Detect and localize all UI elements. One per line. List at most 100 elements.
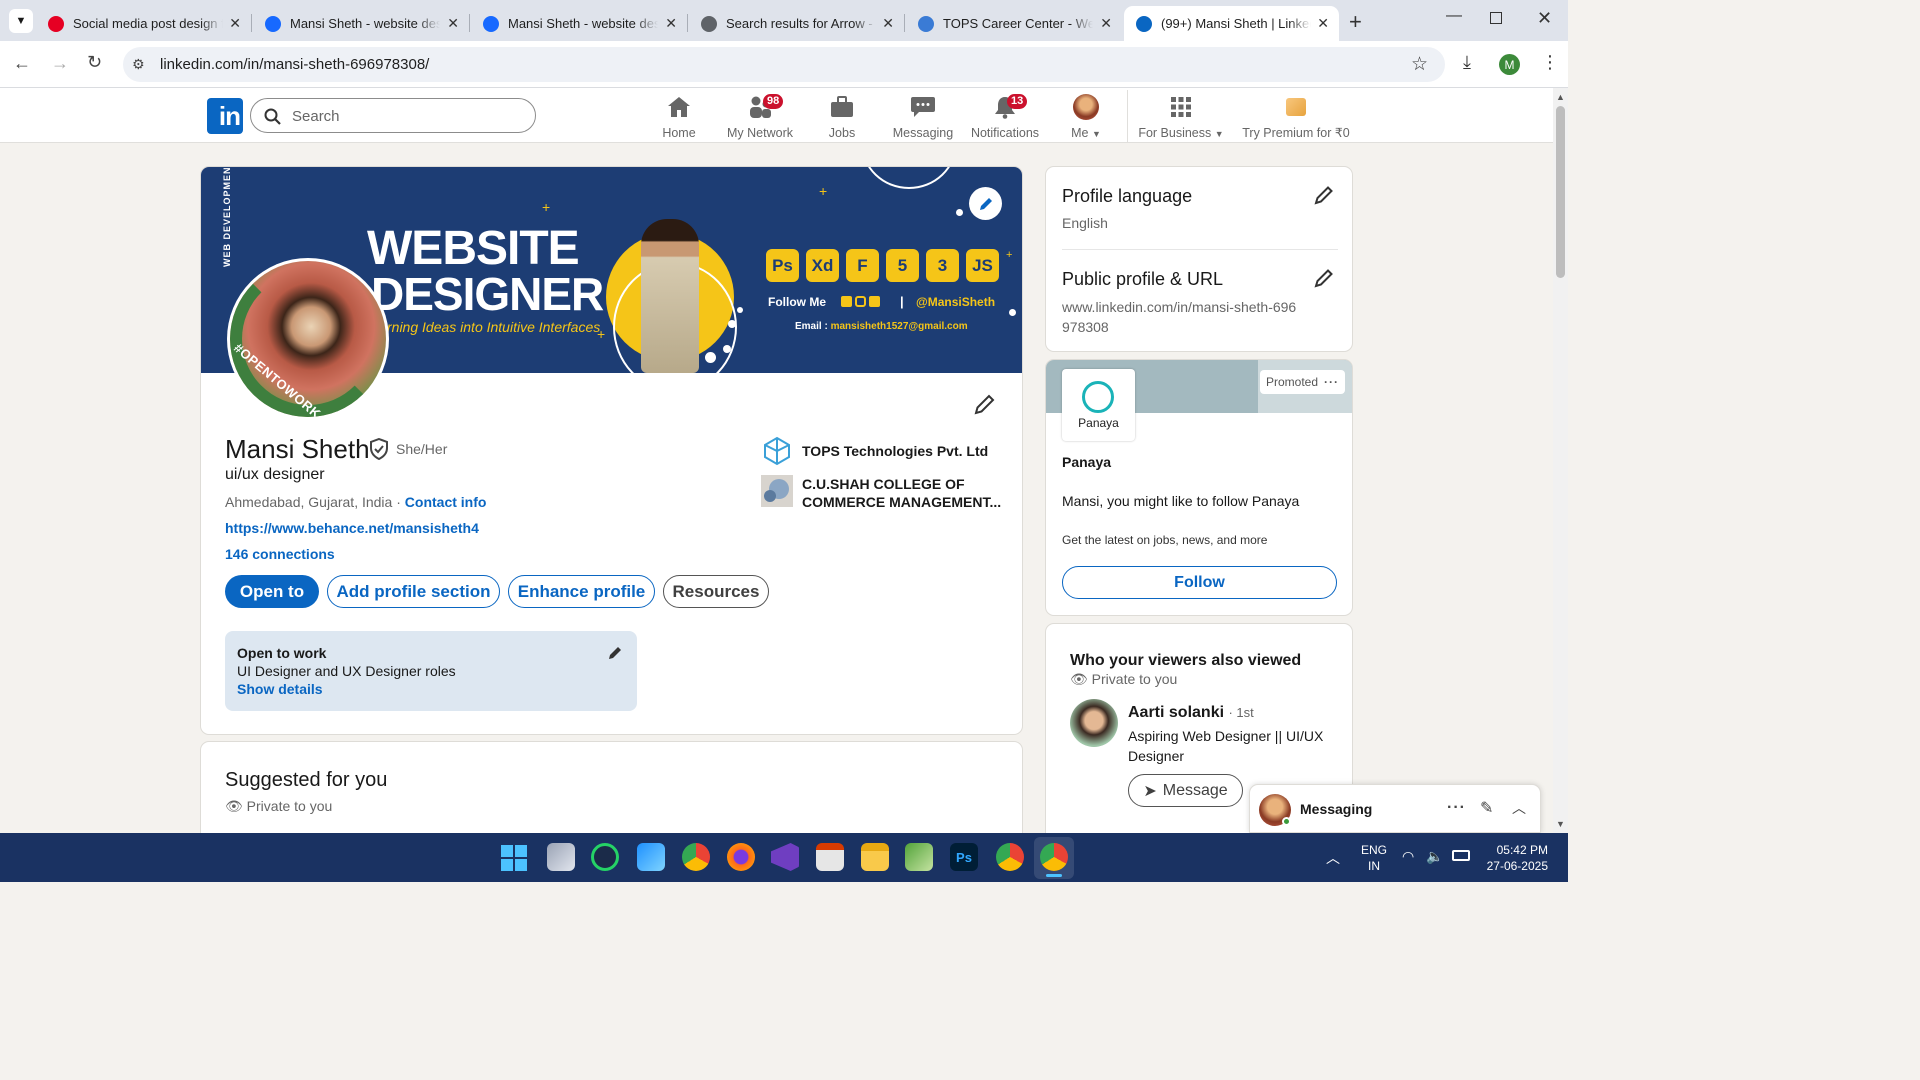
back-icon[interactable]: ←	[13, 53, 31, 74]
contact-info-link[interactable]: Contact info	[405, 494, 487, 510]
show-details-link[interactable]: Show details	[237, 681, 323, 697]
browser-tab[interactable]: Mansi Sheth - website desi ✕	[253, 6, 469, 41]
firefox-icon[interactable]	[727, 843, 755, 871]
nav-for-business[interactable]: For Business ▼	[1134, 94, 1228, 140]
ad-brand-name[interactable]: Panaya	[1062, 454, 1111, 470]
linkedin-logo-icon[interactable]: in	[207, 98, 243, 134]
messaging-widget[interactable]: Messaging ··· ✎ ︿	[1249, 784, 1541, 833]
panaya-logo[interactable]: Panaya	[1062, 369, 1135, 441]
network-badge: 98	[763, 94, 784, 109]
download-icon[interactable]: ⤓	[1463, 52, 1471, 73]
add-profile-section-button[interactable]: Add profile section	[327, 575, 500, 608]
scroll-down-arrow[interactable]: ▼	[1556, 819, 1565, 829]
whatsapp-icon[interactable]	[591, 843, 619, 871]
tab-separator	[469, 14, 470, 32]
person-avatar[interactable]	[1070, 699, 1118, 747]
file-explorer-icon[interactable]	[861, 843, 889, 871]
college-name: C.U.SHAH COLLEGE OF COMMERCE MANAGEMENT.…	[802, 476, 1002, 510]
person-degree: · 1st	[1228, 705, 1254, 720]
volume-icon[interactable]: 🔈	[1426, 848, 1443, 865]
profile-language-value: English	[1062, 215, 1108, 231]
nav-home[interactable]: Home	[634, 94, 724, 140]
url-text[interactable]: linkedin.com/in/mansi-sheth-696978308/	[160, 56, 429, 73]
profile-website-link[interactable]: https://www.behance.net/mansisheth4	[225, 520, 479, 536]
edit-language-icon[interactable]	[1314, 185, 1334, 205]
ad-line: Mansi, you might like to follow Panaya	[1062, 493, 1300, 509]
forward-icon[interactable]: →	[51, 53, 69, 74]
tab-close-icon[interactable]: ✕	[447, 15, 459, 32]
connections-link[interactable]: 146 connections	[225, 546, 335, 562]
grid-apps-icon	[1171, 97, 1191, 117]
tab-close-icon[interactable]: ✕	[1317, 15, 1329, 32]
company-name: TOPS Technologies Pvt. Ltd	[802, 443, 989, 459]
nav-messaging[interactable]: Messaging	[878, 94, 968, 140]
clock[interactable]: 05:42 PM 27-06-2025	[1480, 842, 1548, 874]
photos-icon[interactable]	[637, 843, 665, 871]
tray-chevron-icon[interactable]: ︿	[1326, 848, 1340, 868]
search-input[interactable]: Search	[250, 98, 536, 133]
language-indicator[interactable]: ENG IN	[1361, 842, 1387, 874]
nav-my-network[interactable]: My Network 98	[715, 94, 805, 140]
browser-tab[interactable]: Social media post design fo ✕	[36, 6, 251, 41]
follow-button[interactable]: Follow	[1062, 566, 1337, 599]
windows-start-icon[interactable]	[501, 845, 527, 871]
college-item[interactable]: C.U.SHAH COLLEGE OF COMMERCE MANAGEMENT.…	[761, 475, 1002, 511]
wifi-icon[interactable]: ◠	[1402, 848, 1414, 865]
tab-close-icon[interactable]: ✕	[882, 15, 894, 32]
chrome-profile-icon[interactable]	[996, 843, 1024, 871]
open-to-work-box[interactable]: Open to work UI Designer and UX Designer…	[225, 631, 637, 711]
open-to-work-roles: UI Designer and UX Designer roles	[237, 663, 456, 679]
open-to-button[interactable]: Open to	[225, 575, 319, 608]
more-options-icon[interactable]: ···	[1447, 799, 1466, 817]
nav-me[interactable]: Me ▼	[1041, 94, 1131, 140]
window-close-icon[interactable]: ✕	[1537, 8, 1552, 29]
bookmark-star-icon[interactable]: ☆	[1411, 53, 1428, 76]
public-profile-url[interactable]: www.linkedin.com/in/mansi-sheth-69697830…	[1062, 297, 1302, 337]
verified-shield-icon[interactable]	[369, 438, 389, 460]
scroll-up-arrow[interactable]: ▲	[1556, 92, 1565, 102]
message-button[interactable]: ➤ Message	[1128, 774, 1243, 807]
compose-icon[interactable]: ✎	[1480, 798, 1493, 818]
resources-button[interactable]: Resources	[663, 575, 769, 608]
calendar-icon[interactable]	[816, 843, 844, 871]
company-item[interactable]: TOPS Technologies Pvt. Ltd	[761, 435, 988, 467]
person-name-row[interactable]: Aarti solanki · 1st	[1128, 704, 1254, 722]
nav-jobs[interactable]: Jobs	[797, 94, 887, 140]
nav-premium[interactable]: Try Premium for ₹0	[1240, 94, 1352, 140]
tab-close-icon[interactable]: ✕	[229, 15, 241, 32]
chrome-active-icon[interactable]	[1040, 843, 1068, 871]
nav-notifications[interactable]: Notifications 13	[960, 94, 1050, 140]
suggested-private: 👁 Private to you	[225, 798, 332, 815]
minimize-icon[interactable]: —	[1446, 7, 1462, 25]
edit-public-url-icon[interactable]	[1314, 268, 1334, 288]
enhance-profile-button[interactable]: Enhance profile	[508, 575, 655, 608]
reload-icon[interactable]: ↻	[87, 52, 102, 73]
browser-menu-icon[interactable]: ⋮	[1541, 52, 1559, 73]
chevron-up-icon[interactable]: ︿	[1512, 798, 1526, 818]
browser-tab[interactable]: Mansi Sheth - website desi ✕	[471, 6, 687, 41]
edit-intro-icon[interactable]	[974, 393, 996, 415]
tab-close-icon[interactable]: ✕	[665, 15, 677, 32]
edit-banner-button[interactable]	[969, 187, 1002, 220]
browser-tab[interactable]: (99+) Mansi Sheth | Linked ✕	[1124, 6, 1339, 41]
task-view-icon[interactable]	[547, 843, 575, 871]
site-info-icon[interactable]: ⚙	[132, 56, 145, 73]
edit-open-to-work-icon[interactable]	[607, 645, 623, 661]
browser-tab[interactable]: TOPS Career Center - Welc ✕	[906, 6, 1122, 41]
charts-app-icon[interactable]	[905, 843, 933, 871]
public-profile-title: Public profile & URL	[1062, 269, 1224, 289]
restore-icon[interactable]	[1490, 12, 1502, 24]
more-options-icon[interactable]: ···	[1324, 375, 1339, 389]
battery-icon[interactable]	[1452, 850, 1470, 861]
tab-search-dropdown-icon[interactable]: ▼	[9, 9, 33, 33]
page-scrollbar[interactable]: ▲ ▼	[1553, 88, 1568, 833]
profile-avatar[interactable]: M	[1499, 54, 1520, 75]
tab-close-icon[interactable]: ✕	[1100, 15, 1112, 32]
promoted-pill[interactable]: Promoted ···	[1260, 370, 1346, 394]
photoshop-icon[interactable]: Ps	[950, 843, 978, 871]
browser-tab[interactable]: Search results for Arrow - F ✕	[689, 6, 904, 41]
scroll-thumb[interactable]	[1556, 106, 1565, 278]
profile-photo[interactable]: #OPENTOWORK	[227, 258, 389, 420]
chrome-icon[interactable]	[682, 843, 710, 871]
new-tab-button[interactable]: +	[1349, 9, 1362, 35]
